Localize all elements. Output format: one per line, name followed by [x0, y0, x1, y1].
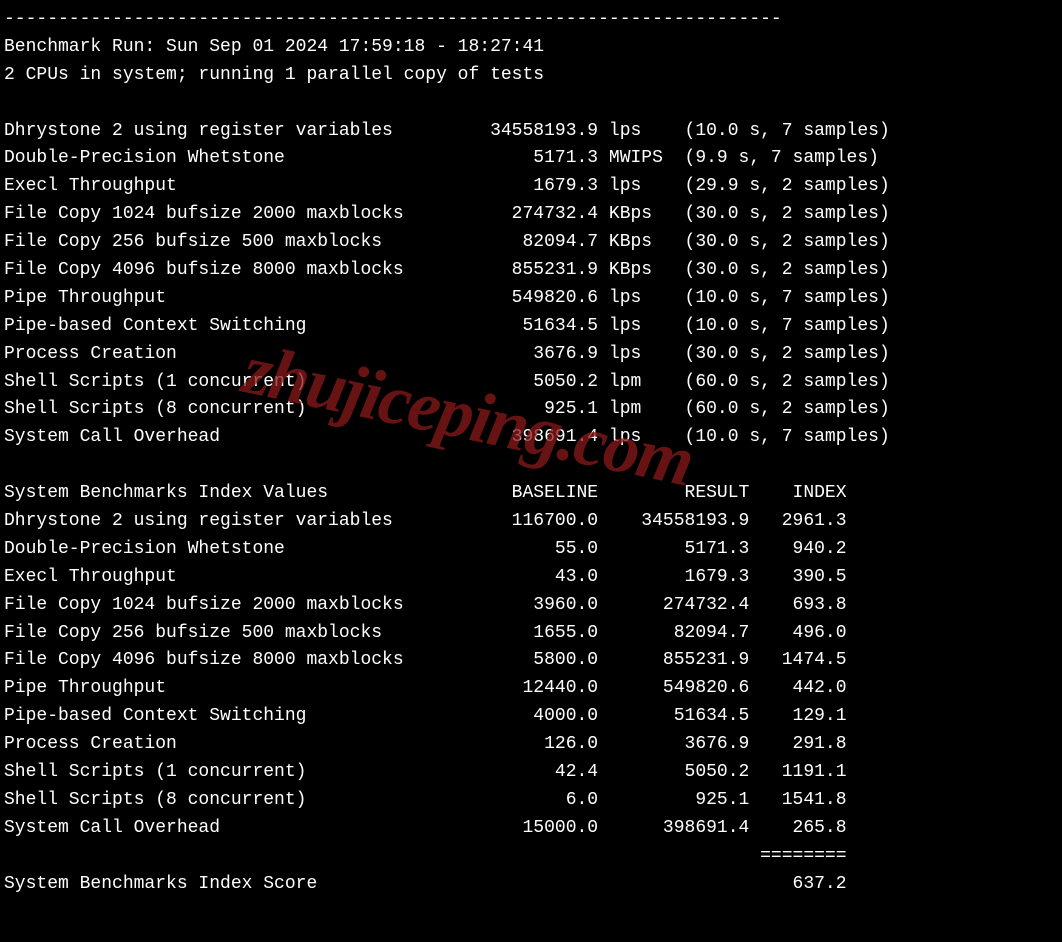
index-score-row: System Benchmarks Index Score 637.2	[4, 871, 1058, 899]
result-row: Process Creation 3676.9 lps (30.0 s, 2 s…	[4, 341, 1058, 369]
result-row: File Copy 1024 bufsize 2000 maxblocks 27…	[4, 201, 1058, 229]
index-row: Double-Precision Whetstone 55.0 5171.3 9…	[4, 536, 1058, 564]
result-row: Shell Scripts (1 concurrent) 5050.2 lpm …	[4, 369, 1058, 397]
result-row: Pipe-based Context Switching 51634.5 lps…	[4, 313, 1058, 341]
index-row: Pipe Throughput 12440.0 549820.6 442.0	[4, 675, 1058, 703]
result-row: Double-Precision Whetstone 5171.3 MWIPS …	[4, 145, 1058, 173]
result-row: File Copy 4096 bufsize 8000 maxblocks 85…	[4, 257, 1058, 285]
result-row: System Call Overhead 398691.4 lps (10.0 …	[4, 424, 1058, 452]
result-row: Shell Scripts (8 concurrent) 925.1 lpm (…	[4, 396, 1058, 424]
index-row: File Copy 4096 bufsize 8000 maxblocks 58…	[4, 647, 1058, 675]
index-row: Pipe-based Context Switching 4000.0 5163…	[4, 703, 1058, 731]
result-row: Pipe Throughput 549820.6 lps (10.0 s, 7 …	[4, 285, 1058, 313]
score-separator: ========	[4, 843, 1058, 871]
separator-line: ----------------------------------------…	[4, 6, 1058, 34]
index-row: Shell Scripts (1 concurrent) 42.4 5050.2…	[4, 759, 1058, 787]
index-row: File Copy 1024 bufsize 2000 maxblocks 39…	[4, 592, 1058, 620]
index-row: Execl Throughput 43.0 1679.3 390.5	[4, 564, 1058, 592]
cpu-info-line: 2 CPUs in system; running 1 parallel cop…	[4, 62, 1058, 90]
benchmark-run-line: Benchmark Run: Sun Sep 01 2024 17:59:18 …	[4, 34, 1058, 62]
index-row: Shell Scripts (8 concurrent) 6.0 925.1 1…	[4, 787, 1058, 815]
index-row: System Call Overhead 15000.0 398691.4 26…	[4, 815, 1058, 843]
result-row: File Copy 256 bufsize 500 maxblocks 8209…	[4, 229, 1058, 257]
terminal-output: ----------------------------------------…	[4, 6, 1058, 899]
index-row: File Copy 256 bufsize 500 maxblocks 1655…	[4, 620, 1058, 648]
index-row: Process Creation 126.0 3676.9 291.8	[4, 731, 1058, 759]
index-header-row: System Benchmarks Index Values BASELINE …	[4, 480, 1058, 508]
index-row: Dhrystone 2 using register variables 116…	[4, 508, 1058, 536]
result-row: Execl Throughput 1679.3 lps (29.9 s, 2 s…	[4, 173, 1058, 201]
result-row: Dhrystone 2 using register variables 345…	[4, 118, 1058, 146]
